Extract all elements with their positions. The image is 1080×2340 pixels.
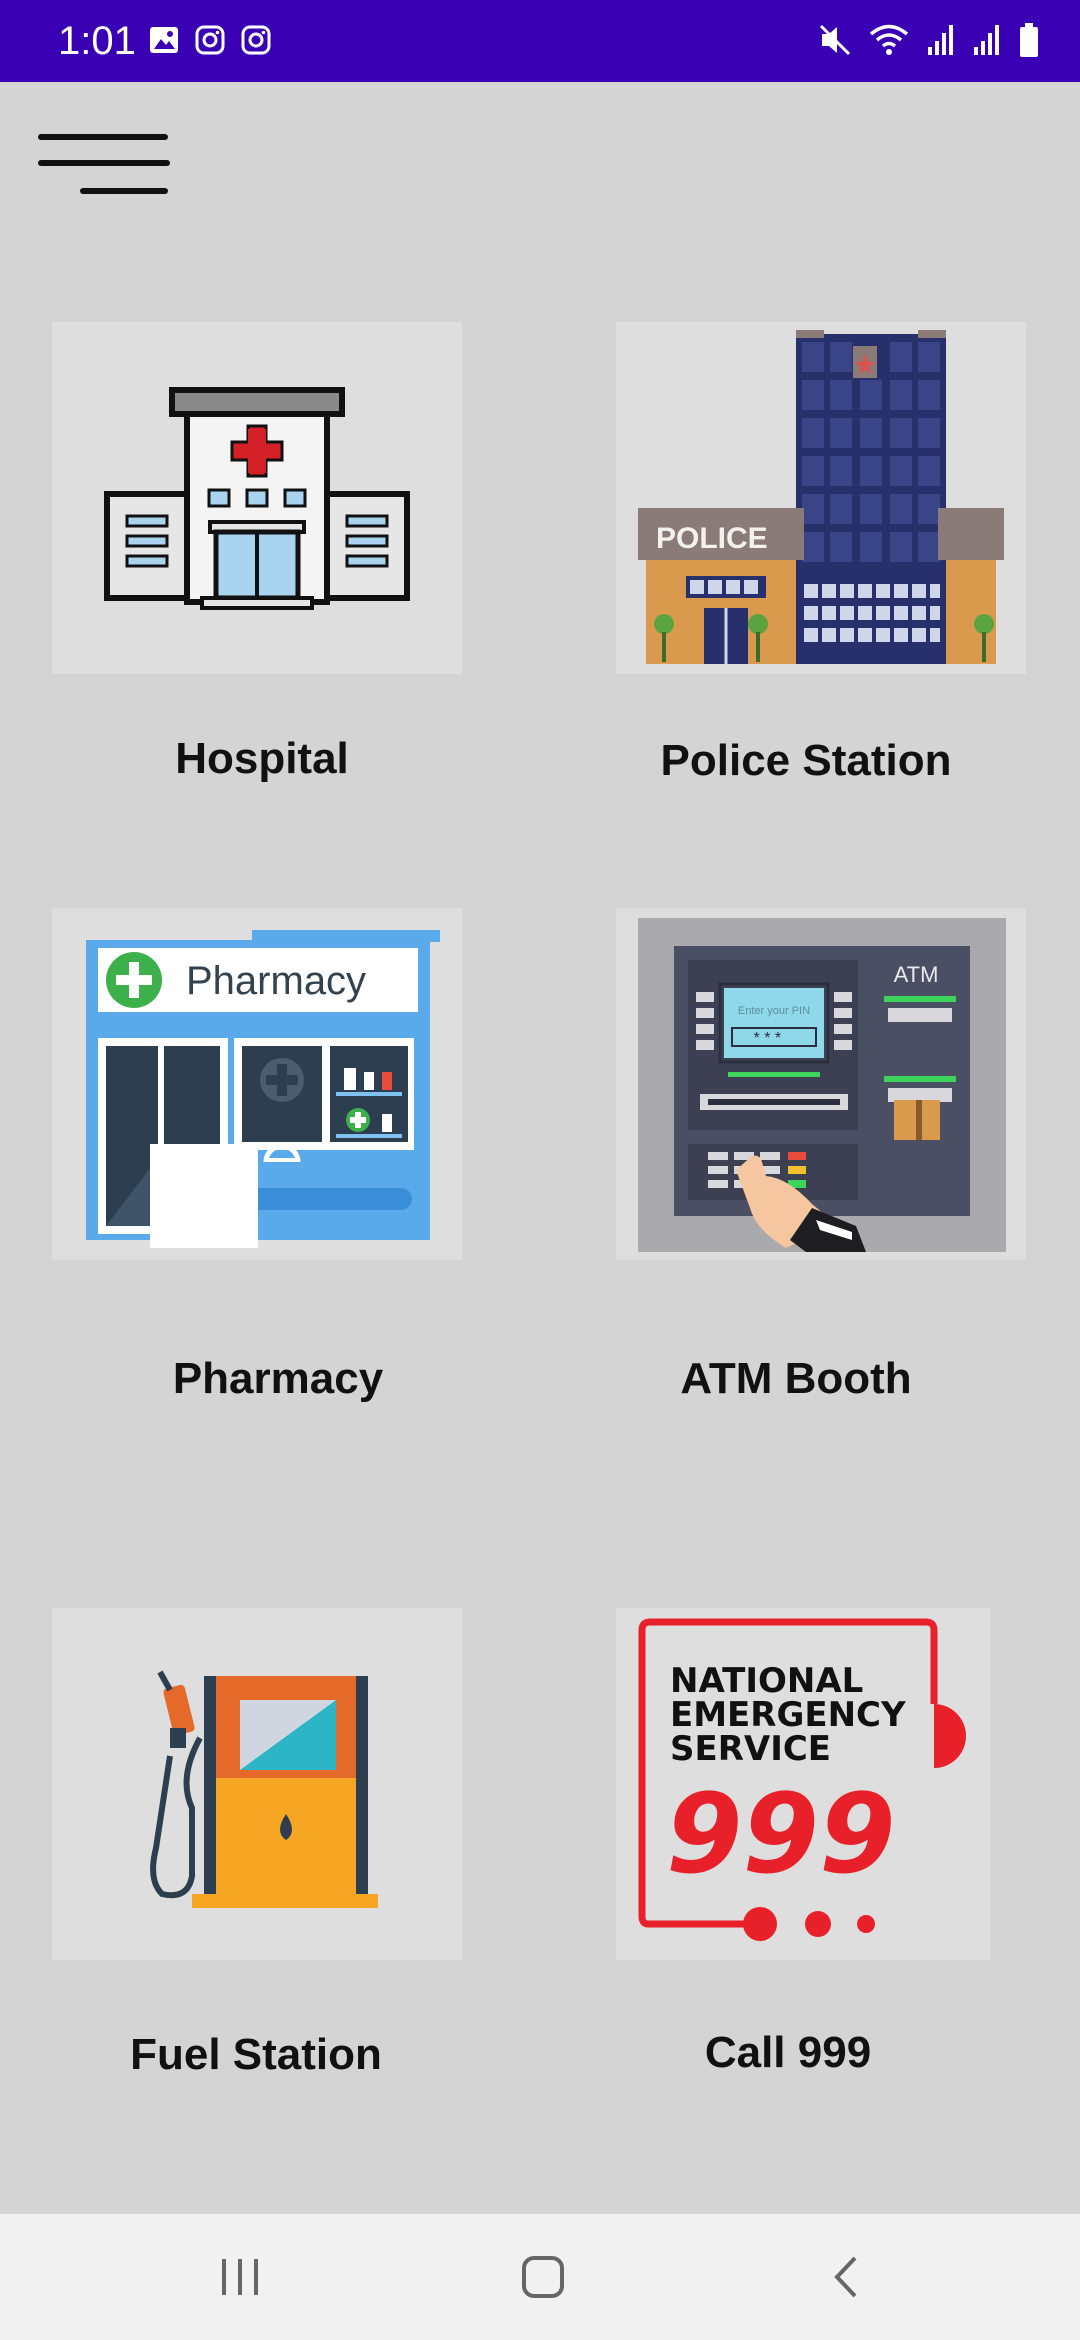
police-sign-text: POLICE xyxy=(656,522,768,555)
pharmacy-image: Pharmacy xyxy=(52,908,462,1260)
tile-label-pharmacy: Pharmacy xyxy=(172,1354,384,1403)
atm-icon: Enter your PIN * * * _ ATM xyxy=(638,918,1006,1252)
back-icon xyxy=(834,2256,857,2298)
back-button[interactable] xyxy=(766,2214,926,2340)
mute-icon xyxy=(819,24,851,56)
status-right-icons xyxy=(818,22,1040,58)
battery-icon xyxy=(1020,23,1038,57)
call-999-image: NATIONAL EMERGENCY SERVICE 999 xyxy=(616,1608,990,1960)
pharmacy-icon: Pharmacy xyxy=(86,930,440,1248)
atm-sign-text: ATM xyxy=(894,962,939,987)
pharmacy-sign-text: Pharmacy xyxy=(186,959,366,1003)
tile-label-hospital: Hospital xyxy=(175,734,349,783)
instagram-icon xyxy=(241,25,271,55)
tile-label-atm-booth: ATM Booth xyxy=(680,1354,912,1403)
status-left-icons xyxy=(148,24,272,56)
navigation-bar xyxy=(0,2214,1080,2340)
hospital-image xyxy=(52,322,462,674)
emergency-number: 999 xyxy=(666,1770,896,1898)
police-station-icon: POLICE xyxy=(638,330,1004,664)
signal-icon xyxy=(928,25,953,55)
tile-label-fuel-station: Fuel Station xyxy=(130,2030,382,2079)
signal-icon xyxy=(974,25,999,55)
tile-label-call-999: Call 999 xyxy=(704,2028,872,2077)
emergency-line3: SERVICE xyxy=(670,1729,831,1769)
hamburger-menu-icon xyxy=(38,130,170,206)
recent-apps-icon xyxy=(222,2259,258,2295)
home-button[interactable] xyxy=(463,2214,623,2340)
home-icon xyxy=(522,2256,564,2298)
wifi-icon xyxy=(869,24,909,55)
atm-image: Enter your PIN * * * _ ATM xyxy=(616,908,1026,1260)
gallery-icon xyxy=(150,27,178,53)
tile-label-police-station: Police Station xyxy=(660,736,952,785)
status-bar: 1:01 xyxy=(0,0,1080,82)
recent-apps-button[interactable] xyxy=(160,2214,320,2340)
instagram-icon xyxy=(195,25,225,55)
atm-screen-text: Enter your PIN xyxy=(738,1005,810,1017)
atm-pin-text: * * * _ xyxy=(754,1030,796,1047)
status-time: 1:01 xyxy=(58,19,136,63)
fuel-pump-icon xyxy=(150,1670,378,1908)
hospital-icon xyxy=(104,387,410,610)
emergency-999-icon: NATIONAL EMERGENCY SERVICE 999 xyxy=(638,1618,966,1941)
fuel-station-image xyxy=(52,1608,462,1960)
police-station-image: POLICE xyxy=(616,322,1026,674)
menu-button[interactable] xyxy=(38,130,170,206)
